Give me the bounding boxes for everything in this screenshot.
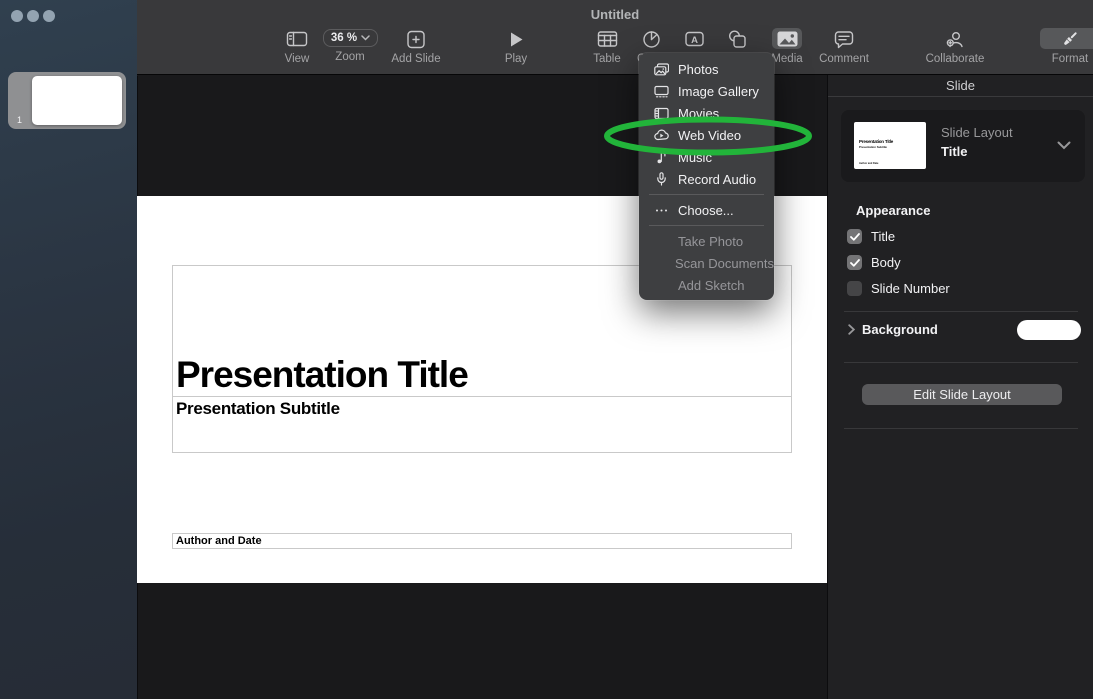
chart-icon <box>642 28 661 50</box>
slide-layout-card[interactable]: Presentation Title Presentation Subtitle… <box>841 110 1085 182</box>
slide-thumbnail[interactable] <box>32 76 122 125</box>
comment-icon <box>834 28 854 50</box>
slide-number-label: 1 <box>17 115 22 125</box>
comment-button[interactable]: Comment <box>812 28 876 65</box>
format-inspector: Slide Presentation Title Presentation Su… <box>827 75 1093 699</box>
slide-author-text: Author and Date <box>173 534 791 548</box>
window-controls <box>11 10 55 22</box>
author-text-box[interactable]: Author and Date <box>172 533 792 549</box>
slide-layout-value: Title <box>941 144 968 159</box>
add-slide-icon <box>406 28 426 50</box>
format-button[interactable]: Format <box>1038 28 1093 65</box>
window-title: Untitled <box>137 7 1093 22</box>
menu-separator <box>649 194 764 195</box>
menu-item-movies[interactable]: Movies <box>639 102 774 124</box>
close-window-button[interactable] <box>11 10 23 22</box>
minimize-window-button[interactable] <box>27 10 39 22</box>
music-icon <box>654 151 669 164</box>
edit-slide-layout-button[interactable]: Edit Slide Layout <box>862 384 1062 405</box>
menu-item-image-gallery[interactable]: Image Gallery <box>639 80 774 102</box>
table-icon <box>597 28 618 50</box>
slide-layout-thumbnail: Presentation Title Presentation Subtitle… <box>854 122 926 169</box>
background-label: Background <box>862 322 938 337</box>
inspector-header: Slide <box>828 75 1093 97</box>
media-dropdown-menu: Photos Image Gallery Movies Web Video Mu… <box>639 53 774 300</box>
movies-icon <box>654 107 669 120</box>
view-icon <box>286 28 308 50</box>
slide-subtitle-text: Presentation Subtitle <box>173 397 791 419</box>
slide-number-checkbox[interactable] <box>847 281 862 296</box>
choose-ellipsis-icon <box>654 204 669 217</box>
collaborate-icon <box>945 28 965 50</box>
toolbar: Untitled View 36 % Zoom Add Slide Play <box>137 0 1093 75</box>
subtitle-text-box[interactable]: Presentation Subtitle <box>172 396 792 453</box>
play-icon <box>508 28 524 50</box>
chevron-down-icon <box>361 35 370 41</box>
slide-number-checkbox-row[interactable]: Slide Number <box>847 281 950 296</box>
play-button[interactable]: Play <box>484 28 548 65</box>
photos-icon <box>654 63 669 76</box>
text-icon: A <box>684 28 705 50</box>
menu-item-add-sketch: Add Sketch <box>639 274 774 296</box>
menu-item-record-audio[interactable]: Record Audio <box>639 168 774 190</box>
zoom-window-button[interactable] <box>43 10 55 22</box>
format-brush-icon <box>1060 28 1080 50</box>
title-checkbox[interactable] <box>847 229 862 244</box>
add-slide-button[interactable]: Add Slide <box>384 28 448 65</box>
media-icon <box>777 28 798 50</box>
zoom-caption: Zoom <box>318 50 382 63</box>
divider <box>844 428 1078 429</box>
collaborate-button[interactable]: Collaborate <box>923 28 987 65</box>
chevron-down-icon[interactable] <box>1057 141 1071 150</box>
menu-separator <box>649 225 764 226</box>
appearance-heading: Appearance <box>856 203 930 218</box>
menu-item-web-video[interactable]: Web Video <box>639 124 774 146</box>
menu-item-photos[interactable]: Photos <box>639 58 774 80</box>
menu-item-choose[interactable]: Choose... <box>639 199 774 221</box>
body-checkbox-row[interactable]: Body <box>847 255 901 270</box>
record-audio-icon <box>654 172 669 186</box>
zoom-dropdown[interactable]: 36 % <box>323 29 378 47</box>
title-checkbox-row[interactable]: Title <box>847 229 895 244</box>
web-video-icon <box>654 129 669 142</box>
keynote-window: 1 Untitled View 36 % Zoom Add Slide <box>0 0 1093 699</box>
shape-icon <box>728 28 747 50</box>
divider <box>844 311 1078 312</box>
body-checkbox[interactable] <box>847 255 862 270</box>
menu-item-music[interactable]: Music <box>639 146 774 168</box>
menu-item-scan-documents: Scan Documents <box>639 252 774 274</box>
slide-navigator: 1 <box>0 0 137 699</box>
disclosure-chevron-icon[interactable] <box>848 324 855 335</box>
image-gallery-icon <box>654 85 669 98</box>
slide-layout-label: Slide Layout <box>941 125 1013 140</box>
background-row[interactable]: Background <box>848 322 938 337</box>
svg-text:A: A <box>691 35 698 46</box>
slide-title-text: Presentation Title <box>173 356 468 396</box>
slide-thumbnail-selected[interactable]: 1 <box>8 72 126 129</box>
menu-item-take-photo: Take Photo <box>639 230 774 252</box>
background-color-swatch[interactable] <box>1017 320 1081 340</box>
divider <box>844 362 1078 363</box>
